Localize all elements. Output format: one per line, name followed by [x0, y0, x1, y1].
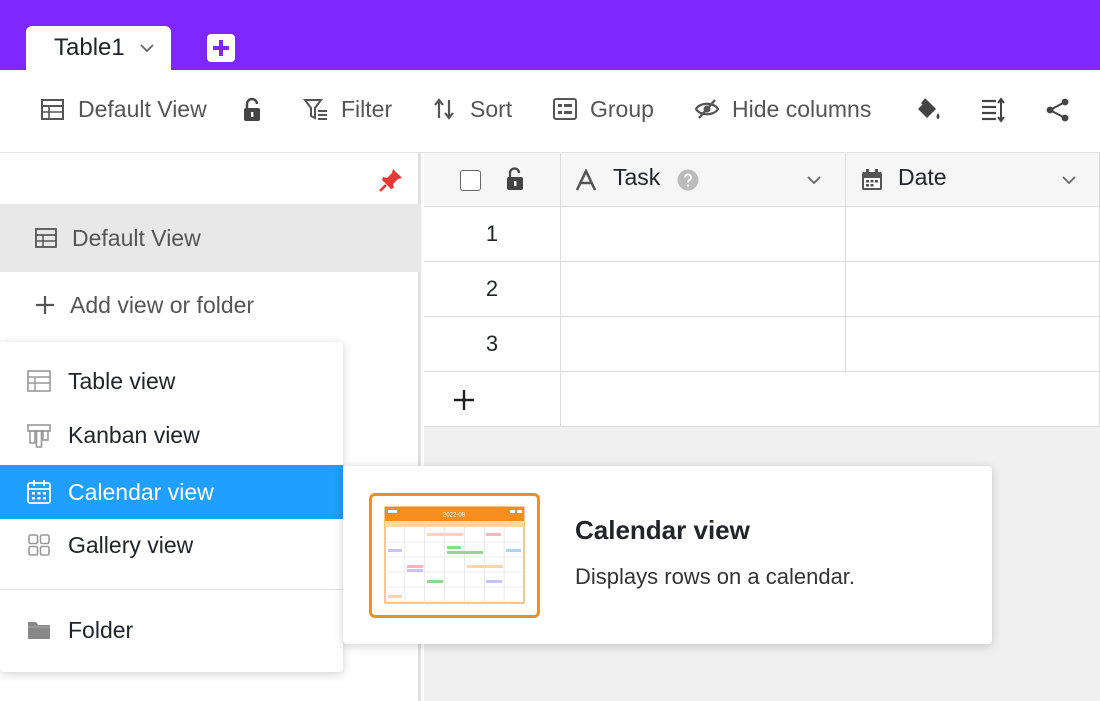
table-cell[interactable]: [846, 262, 1100, 317]
calendar-preview-image: 2022-08: [369, 493, 540, 618]
lock-icon[interactable]: [238, 96, 266, 124]
menu-item-folder[interactable]: Folder: [0, 603, 343, 657]
row-height-icon[interactable]: [979, 96, 1007, 124]
add-view-label: Add view or folder: [70, 291, 255, 318]
table-cell[interactable]: [561, 262, 846, 317]
column-title-task: Task: [613, 164, 661, 190]
menu-item-gallery-view[interactable]: Gallery view: [0, 518, 343, 572]
hide-columns-label: Hide columns: [732, 95, 872, 122]
table-cell[interactable]: [561, 317, 846, 372]
kanban-icon: [27, 424, 51, 448]
chevron-down-icon[interactable]: [1060, 171, 1078, 189]
table-icon: [41, 99, 64, 120]
preview-description: Displays rows on a calendar.: [575, 564, 856, 589]
group-icon: [553, 98, 577, 120]
folder-icon: [28, 622, 50, 639]
grid-header-selector: [424, 153, 561, 207]
plus-icon: [36, 296, 54, 314]
add-view-menu: Table view Kanban view Calendar view Gal…: [0, 342, 343, 672]
calendar-thumbnail-graphic: 2022-08: [384, 506, 525, 604]
menu-item-label: Table view: [68, 367, 176, 394]
view-preview-popover: 2022-08 Calendar view Displays rows on a…: [343, 466, 992, 644]
table-cell[interactable]: [846, 317, 1100, 372]
sort-button[interactable]: Sort: [432, 92, 512, 126]
menu-item-label: Kanban view: [68, 421, 200, 448]
preview-title: Calendar view: [575, 515, 750, 545]
row-number[interactable]: 3: [424, 317, 561, 372]
lock-icon[interactable]: [504, 167, 526, 191]
table-cell[interactable]: [846, 207, 1100, 262]
column-title-date: Date: [898, 164, 947, 190]
select-all-checkbox[interactable]: [460, 170, 481, 191]
table-icon: [35, 228, 57, 248]
add-row-area[interactable]: [561, 372, 1100, 427]
table-tab-label: Table1: [54, 34, 125, 61]
calendar-icon: [27, 480, 51, 504]
share-icon[interactable]: [1044, 96, 1072, 124]
column-header-date[interactable]: Date: [846, 153, 1100, 207]
plus-icon: [454, 390, 474, 410]
help-icon[interactable]: [677, 169, 699, 191]
menu-item-label: Gallery view: [68, 531, 194, 558]
menu-item-table-view[interactable]: Table view: [0, 354, 343, 408]
eye-slash-icon: [694, 99, 720, 119]
menu-item-kanban-view[interactable]: Kanban view: [0, 408, 343, 462]
filter-label: Filter: [341, 95, 393, 122]
sidebar-item-label: Default View: [72, 224, 201, 251]
toolbar: Default View Filter Sort Group Hide colu…: [0, 70, 1100, 153]
filter-button[interactable]: Filter: [303, 92, 392, 126]
thumbnail-month-label: 2022-08: [443, 513, 466, 519]
add-view-button[interactable]: Add view or folder: [0, 274, 421, 336]
view-selector[interactable]: Default View: [40, 92, 207, 126]
calendar-icon: [862, 169, 882, 190]
group-label: Group: [590, 95, 654, 122]
chevron-down-icon[interactable]: [138, 39, 156, 57]
add-row-button[interactable]: [424, 372, 561, 427]
table-tab[interactable]: Table1: [26, 26, 171, 70]
row-number[interactable]: 1: [424, 207, 561, 262]
column-header-task[interactable]: Task: [561, 153, 846, 207]
table-icon: [27, 370, 51, 392]
chevron-down-icon[interactable]: [805, 171, 823, 189]
tab-bar: Table1: [0, 0, 1100, 70]
gallery-icon: [28, 534, 50, 556]
add-table-button[interactable]: [207, 34, 235, 62]
pin-icon[interactable]: [378, 167, 404, 193]
menu-divider: [0, 589, 343, 590]
sort-label: Sort: [470, 95, 513, 122]
table-cell[interactable]: [561, 207, 846, 262]
hide-columns-button[interactable]: Hide columns: [694, 92, 871, 126]
row-number[interactable]: 2: [424, 262, 561, 317]
view-selector-label: Default View: [78, 95, 207, 122]
sidebar-item-default-view[interactable]: Default View: [0, 204, 421, 272]
group-button[interactable]: Group: [552, 92, 654, 126]
sort-icon: [434, 98, 454, 120]
menu-item-label: Folder: [68, 616, 134, 643]
menu-item-calendar-view[interactable]: Calendar view: [0, 465, 343, 519]
menu-item-label: Calendar view: [68, 478, 214, 505]
text-icon: [575, 169, 597, 191]
filter-icon: [303, 99, 327, 120]
paint-bucket-icon[interactable]: [914, 96, 942, 124]
